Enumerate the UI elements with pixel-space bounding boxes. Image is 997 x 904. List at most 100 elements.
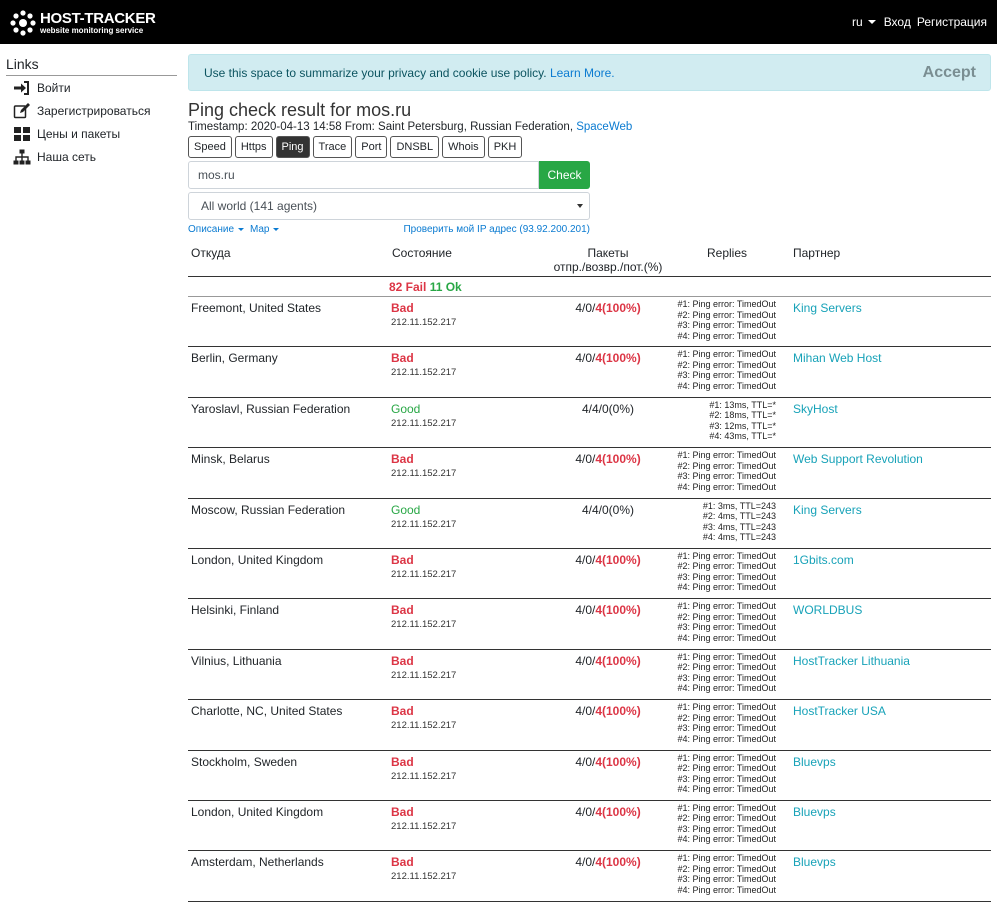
partner-link[interactable]: WORLDBUS <box>793 603 862 617</box>
partner-link[interactable]: HostTracker Lithuania <box>793 654 910 668</box>
cookie-text: Use this space to summarize your privacy… <box>204 66 547 80</box>
description-dropdown[interactable]: Описание <box>188 224 245 235</box>
sidebar-item-login[interactable]: Войти <box>6 77 177 99</box>
register-link[interactable]: Регистрация <box>917 15 987 29</box>
tab-port[interactable]: Port <box>355 136 388 158</box>
reply-line: #3: 4ms, TTL=243 <box>702 521 776 532</box>
check-button[interactable]: Check <box>539 161 590 189</box>
partner-link[interactable]: Web Support Revolution <box>793 452 923 466</box>
cell-ip: 212.11.152.217 <box>391 619 457 631</box>
cell-state: Bad 212.11.152.217 <box>391 805 456 832</box>
reply-line: #3: Ping error: TimedOut <box>677 823 776 834</box>
reply-line: #1: Ping error: TimedOut <box>677 853 776 864</box>
partner-link[interactable]: SkyHost <box>793 402 838 416</box>
cell-from: Charlotte, NC, United States <box>191 704 343 719</box>
cell-ip: 212.11.152.217 <box>391 317 457 328</box>
partner-link[interactable]: Bluevps <box>793 755 836 769</box>
reply-line: #4: Ping error: TimedOut <box>677 380 776 391</box>
cell-from: Amsterdam, Netherlands <box>191 855 324 870</box>
reply-line: #1: Ping error: TimedOut <box>677 450 776 461</box>
partner-link[interactable]: HostTracker USA <box>793 704 886 718</box>
reply-line: #4: Ping error: TimedOut <box>677 683 776 694</box>
reply-line: #3: Ping error: TimedOut <box>677 874 776 885</box>
cell-from: Vilnius, Lithuania <box>191 653 282 668</box>
reply-line: #2: Ping error: TimedOut <box>677 662 776 673</box>
reply-line: #2: Ping error: TimedOut <box>677 763 776 774</box>
partner-link[interactable]: Bluevps <box>793 805 836 819</box>
agents-select[interactable]: All world (141 agents) <box>188 192 590 220</box>
status-badge: Bad <box>391 603 414 618</box>
source-agent-link[interactable]: SpaceWeb <box>576 121 632 133</box>
tab-whois[interactable]: Whois <box>442 136 485 158</box>
packets-value: 4/4/0(0%) <box>581 401 635 416</box>
status-badge: Bad <box>391 754 414 769</box>
reply-line: #4: 4ms, TTL=243 <box>702 532 776 543</box>
packets-value: 4/0/ <box>575 704 596 719</box>
packets-value: 4/0/ <box>575 301 596 315</box>
tab-trace[interactable]: Trace <box>312 136 353 158</box>
cell-ip: 212.11.152.217 <box>391 871 457 883</box>
sidebar-item-pricing[interactable]: Цены и пакеты <box>6 123 177 145</box>
reply-line: #1: Ping error: TimedOut <box>677 802 776 813</box>
cell-replies: #1: Ping error: TimedOut #2: Ping error: … <box>628 803 776 845</box>
status-badge: Bad <box>391 653 414 668</box>
tab-pkh[interactable]: PKH <box>487 136 523 158</box>
tab-dnsbl[interactable]: DNSBL <box>390 136 440 158</box>
sidebar-item-register[interactable]: Зарегистрироваться <box>6 100 177 122</box>
tab-https[interactable]: Https <box>234 136 273 158</box>
learn-more-link[interactable]: Learn More. <box>550 66 615 80</box>
reply-line: #3: Ping error: TimedOut <box>677 571 776 582</box>
partner-link[interactable]: King Servers <box>793 503 862 517</box>
accept-button[interactable]: Accept <box>923 64 976 82</box>
sidebar-item-network[interactable]: Наша сеть <box>6 146 177 168</box>
cell-ip: 212.11.152.217 <box>391 518 457 530</box>
host-input[interactable]: mos.ru <box>188 161 539 189</box>
cell-state: Bad 212.11.152.217 <box>391 553 456 580</box>
partner-link[interactable]: Bluevps <box>793 855 836 869</box>
sidebar-item-label: Зарегистрироваться <box>37 104 151 118</box>
status-badge: Good <box>391 502 421 517</box>
reply-line: #4: Ping error: TimedOut <box>677 582 776 593</box>
ok-count: 11 Ok <box>429 280 462 294</box>
cell-from: Yaroslavl, Russian Federation <box>191 401 351 416</box>
cell-replies: #1: Ping error: TimedOut #2: Ping error: … <box>628 702 776 744</box>
network-icon <box>13 149 31 165</box>
reply-line: #3: Ping error: TimedOut <box>677 723 776 734</box>
tab-speed[interactable]: Speed <box>188 136 232 158</box>
check-my-ip-link[interactable]: Проверить мой IP адрес (93.92.200.201) <box>403 224 590 235</box>
reply-line: #3: Ping error: TimedOut <box>677 773 776 784</box>
reply-line: #1: Ping error: TimedOut <box>677 601 776 612</box>
reply-line: #1: 3ms, TTL=243 <box>702 500 776 511</box>
main-content: Ping check result for mos.ru Timestamp: … <box>188 100 991 235</box>
packets-value: 4/0/ <box>575 552 596 567</box>
partner-link[interactable]: Mihan Web Host <box>793 351 881 365</box>
status-badge: Good <box>391 401 421 416</box>
map-dropdown[interactable]: Map <box>250 224 280 235</box>
status-badge: Bad <box>391 301 414 315</box>
cell-state: Good 212.11.152.217 <box>391 402 456 429</box>
timestamp: Timestamp: 2020-04-13 14:58 From: Saint … <box>188 121 991 133</box>
sidebar-item-label: Войти <box>37 81 71 95</box>
edit-icon <box>13 103 30 119</box>
language-label: ru <box>852 15 863 29</box>
cell-from: London, United Kingdom <box>191 804 324 819</box>
table-row: Vilnius, Lithuania Bad 212.11.152.217 4/0/4… <box>188 650 991 701</box>
table-row: London, United Kingdom Bad 212.11.152.217 4… <box>188 549 991 600</box>
reply-line: #1: Ping error: TimedOut <box>677 299 776 309</box>
packets-value: 4/0/ <box>575 351 596 366</box>
tab-ping[interactable]: Ping <box>275 136 310 158</box>
language-dropdown[interactable]: ru <box>852 15 876 29</box>
login-link[interactable]: Вход <box>884 15 911 29</box>
cell-from: London, United Kingdom <box>191 552 324 567</box>
partner-link[interactable]: King Servers <box>793 301 862 315</box>
partner-link[interactable]: 1Gbits.com <box>793 553 854 567</box>
status-badge: Bad <box>391 855 414 870</box>
cell-ip: 212.11.152.217 <box>391 770 457 782</box>
reply-line: #2: 18ms, TTL=* <box>709 410 776 421</box>
reply-line: #3: Ping error: TimedOut <box>677 672 776 683</box>
cell-from: Minsk, Belarus <box>191 452 270 467</box>
cell-replies: #1: 3ms, TTL=243 #2: 4ms, TTL=243 #3: 4ms,… <box>628 501 776 543</box>
timestamp-label: Timestamp: 2020-04-13 14:58 From: Saint … <box>188 121 574 133</box>
logo[interactable]: HOST-TRACKER website monitoring service <box>10 8 156 38</box>
results-table: Откуда Состояние Пакеты отпр./возвр./пот… <box>188 244 991 902</box>
